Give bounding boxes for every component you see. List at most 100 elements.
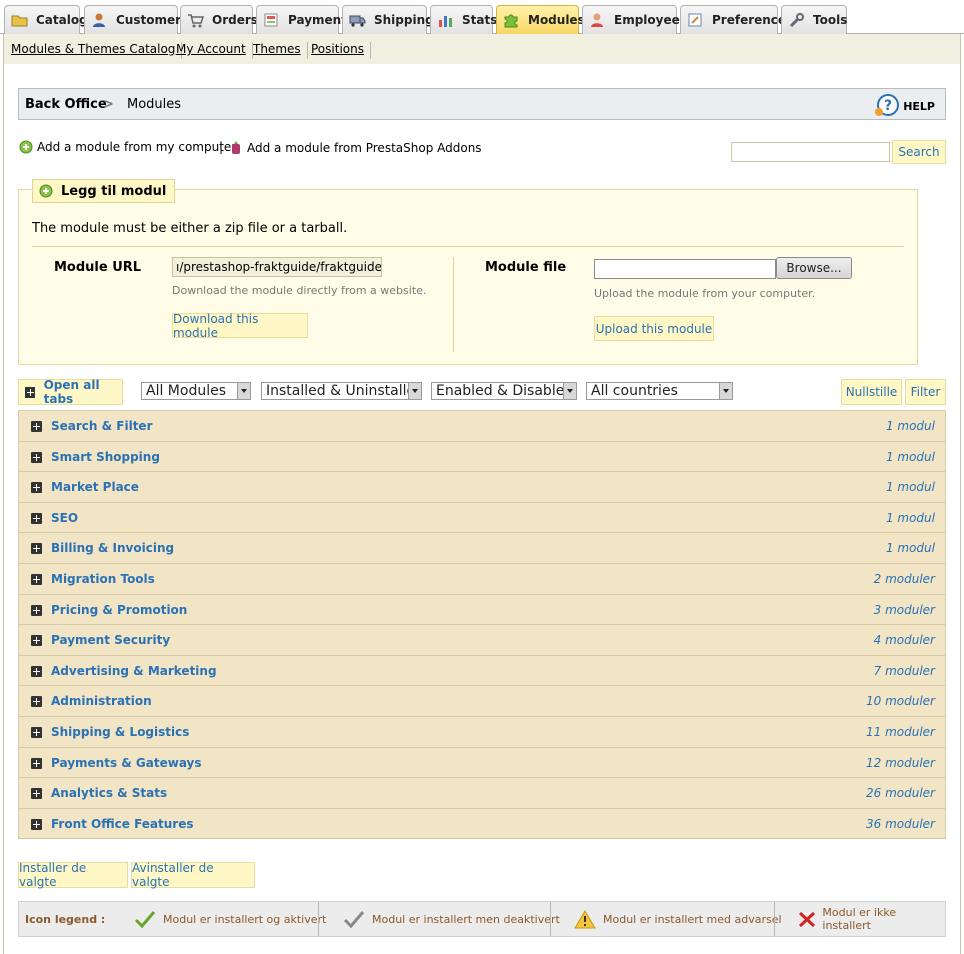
category-name[interactable]: Front Office Features [51, 817, 194, 831]
puzzle-icon [503, 12, 520, 28]
module-file-input[interactable] [594, 259, 776, 279]
category-name[interactable]: Migration Tools [51, 572, 155, 586]
breadcrumb: Back Office > Modules ? HELP [18, 88, 946, 120]
expand-icon [31, 421, 42, 432]
legend-divider [550, 902, 551, 936]
tab-tools[interactable]: Tools [781, 5, 847, 34]
tab-shipping[interactable]: Shipping [342, 5, 434, 34]
expand-icon [31, 512, 42, 524]
tab-orders[interactable]: Orders [180, 5, 258, 34]
enable-state-select[interactable]: Enabled & Disabled [431, 382, 577, 400]
help-label: HELP [903, 99, 935, 113]
category-count: 1 modul [885, 541, 935, 556]
category-name[interactable]: Payments & Gateways [51, 756, 202, 770]
tab-stats[interactable]: Stats [430, 5, 497, 34]
module-url-input[interactable]: ı/prestashop-fraktguide/fraktguide.zip [172, 257, 382, 277]
install-state-select[interactable]: Installed & Uninstalled [261, 382, 422, 400]
category-count: 1 modul [885, 510, 935, 525]
category-row[interactable]: Market Place 1 modul [18, 471, 946, 503]
module-search-input[interactable] [731, 142, 890, 162]
expand-icon [31, 696, 42, 708]
category-row[interactable]: SEO 1 modul [18, 501, 946, 534]
category-name[interactable]: Search & Filter [51, 419, 153, 433]
folder-icon [11, 12, 28, 28]
tab-payment[interactable]: Payment [256, 5, 347, 34]
expand-icon [25, 386, 35, 398]
link-separator: | [219, 140, 224, 154]
country-select[interactable]: All countries [586, 382, 733, 400]
category-name[interactable]: Payment Security [51, 633, 170, 647]
category-name[interactable]: Advertising & Marketing [51, 664, 217, 678]
category-name[interactable]: Administration [51, 694, 152, 708]
add-module-intro: The module must be either a zip file or … [32, 221, 348, 236]
category-row[interactable]: Billing & Invoicing 1 modul [18, 532, 946, 564]
legend-installed-inactive: Modul er installert men deaktivert [342, 902, 560, 936]
category-count: 3 moduler [873, 602, 935, 617]
tab-customers[interactable]: Customers [84, 5, 188, 34]
install-selected-button[interactable]: Installer de valgte [18, 861, 128, 889]
category-name[interactable]: Market Place [51, 480, 139, 494]
category-count: 26 moduler [866, 786, 935, 801]
module-type-select[interactable]: All Modules [141, 382, 251, 400]
category-name[interactable]: Smart Shopping [51, 450, 160, 464]
help-icon: ? [875, 94, 900, 116]
category-row[interactable]: Pricing & Promotion 3 moduler [18, 593, 946, 626]
upload-module-button[interactable]: Upload this module [594, 316, 714, 341]
category-row[interactable]: Advertising & Marketing 7 moduler [18, 654, 946, 687]
category-name[interactable]: Analytics & Stats [51, 786, 167, 800]
truck-icon [349, 12, 366, 28]
submenu-themes-link[interactable]: Themes [253, 42, 308, 59]
add-from-computer-link[interactable]: Add a module from my computer [19, 140, 236, 154]
category-row[interactable]: Migration Tools 2 moduler [18, 562, 946, 595]
tab-preferences[interactable]: Preferences [680, 5, 793, 34]
tab-catalog[interactable]: Catalog [4, 5, 88, 34]
icon-legend-title: Icon legend : [25, 913, 106, 926]
category-row[interactable]: Payments & Gateways 12 moduler [18, 746, 946, 779]
category-row[interactable]: Front Office Features 36 moduler [18, 807, 946, 840]
category-name[interactable]: Billing & Invoicing [51, 541, 174, 555]
category-name[interactable]: SEO [51, 511, 78, 525]
category-row[interactable]: Smart Shopping 1 modul [18, 440, 946, 473]
category-row[interactable]: Shipping & Logistics 11 moduler [18, 715, 946, 748]
addons-icon [232, 141, 240, 154]
expand-icon [31, 665, 42, 677]
submenu-catalog-link[interactable]: Modules & Themes Catalog [11, 42, 183, 59]
category-row[interactable]: Search & Filter 1 modul [18, 410, 946, 442]
category-count: 2 moduler [873, 571, 935, 586]
browse-button[interactable]: Browse... [776, 257, 852, 279]
breadcrumb-root[interactable]: Back Office [25, 97, 107, 112]
filter-button[interactable]: Filter [905, 379, 946, 405]
wrench-icon [788, 12, 805, 28]
customers-icon [91, 12, 108, 28]
category-count: 1 modul [885, 449, 935, 464]
category-row[interactable]: Administration 10 moduler [18, 685, 946, 717]
category-count: 1 modul [885, 480, 935, 495]
submenu-my-account-link[interactable]: My Account [176, 42, 253, 59]
add-from-addons-link[interactable]: Add a module from PrestaShop Addons [230, 140, 482, 156]
category-name[interactable]: Shipping & Logistics [51, 725, 189, 739]
sub-menu: Modules & Themes Catalog My Account Them… [3, 34, 961, 64]
panel-column-divider [453, 257, 454, 352]
breadcrumb-chevron-icon: > [103, 97, 114, 112]
tab-modules[interactable]: Modules [496, 5, 585, 34]
expand-icon [31, 788, 42, 800]
uninstall-selected-button[interactable]: Avinstaller de valgte [131, 861, 255, 889]
module-file-hint: Upload the module from your computer. [594, 287, 816, 300]
dropdown-arrow-icon [408, 383, 421, 399]
expand-icon [31, 482, 42, 494]
expand-icon [31, 451, 42, 463]
dropdown-arrow-icon [563, 383, 576, 399]
reset-filter-button[interactable]: Nullstille [841, 379, 902, 405]
search-button[interactable]: Search [892, 140, 946, 164]
legend-installed-warning: Modul er installert med advarsel [573, 902, 782, 936]
download-module-button[interactable]: Download this module [172, 312, 308, 340]
category-name[interactable]: Pricing & Promotion [51, 603, 187, 617]
category-row[interactable]: Analytics & Stats 26 moduler [18, 777, 946, 809]
tab-employees[interactable]: Employees [582, 5, 687, 34]
submenu-positions-link[interactable]: Positions [311, 42, 371, 59]
help-button[interactable]: ? HELP [874, 94, 935, 118]
open-all-tabs-button[interactable]: Open all tabs [18, 378, 123, 406]
legend-divider [774, 902, 775, 936]
category-row[interactable]: Payment Security 4 moduler [18, 624, 946, 656]
green-checkmark-icon [134, 911, 156, 929]
